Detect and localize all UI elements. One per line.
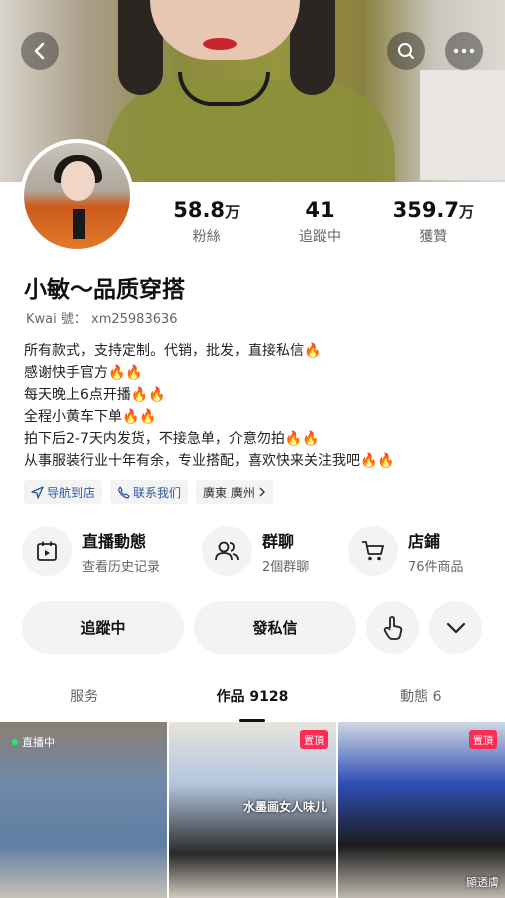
kwai-id[interactable]: Kwai 號： xm25983636 [26,308,178,327]
profile-bio: 所有款式，支持定制。代销，批发，直接私信🔥 感谢快手官方🔥🔥 每天晚上6点开播🔥… [24,340,395,472]
content-tabs: 服务 作品 9128 動態 6 [0,686,505,722]
stat-unit: 万 [225,203,241,221]
pinned-badge: 置頂 [469,730,497,749]
stat-value: 41 [305,198,335,222]
bio-line: 从事服装行业十年有余，专业搭配，喜欢快来关注我吧🔥🔥 [24,453,395,469]
following-button[interactable]: 追蹤中 [22,601,184,654]
live-badge: 直播中 [12,734,55,750]
tab-moments[interactable]: 動態 6 [337,686,505,722]
likes-stat[interactable]: 359.7万 獲贊 [377,198,490,246]
stat-value: 359.7 [392,198,460,222]
navigation-icon [31,485,44,499]
cart-icon [348,526,398,576]
navigate-to-store-tag[interactable]: 导航到店 [24,480,103,504]
stat-value: 58.8 [173,198,226,222]
feature-row: 直播動態 查看历史记录 群聊 2個群聊 店鋪 76件商品 [22,526,492,576]
hand-pointer-icon [383,615,402,640]
bio-line: 全程小黄车下单🔥🔥 [24,409,157,425]
group-icon [202,526,252,576]
feature-subtitle: 查看历史记录 [82,559,161,575]
feature-title: 直播動態 [82,531,147,551]
avatar[interactable] [20,139,134,253]
pinned-badge: 置頂 [300,730,328,749]
tag-label: 廣東 廣州 [203,485,255,500]
video-caption: 顯透膚 [466,876,499,889]
tab-services[interactable]: 服务 [0,686,168,722]
tag-label: 联系我们 [133,485,182,500]
feature-subtitle: 2個群聊 [262,559,310,575]
live-feed-feature[interactable]: 直播動態 查看历史记录 [22,526,202,576]
video-caption: 水墨画女人味儿 [243,800,328,814]
chevron-down-icon [446,622,465,633]
video-thumbnail[interactable]: 置頂 顯透膚 [338,722,505,898]
feature-title: 店鋪 [408,531,441,551]
action-row: 追蹤中 發私信 [22,601,482,654]
profile-tags: 导航到店 联系我们 廣東 廣州 [24,480,273,504]
tag-label: 导航到店 [47,485,96,500]
back-arrow-icon [34,42,45,60]
bio-line: 每天晚上6点开播🔥🔥 [24,387,166,403]
feature-subtitle: 76件商品 [408,559,464,575]
live-label: 直播中 [22,736,55,749]
video-thumbnail[interactable]: 直播中 [0,722,167,898]
video-thumbnail[interactable]: 置頂 水墨画女人味儿 [169,722,336,898]
chevron-right-icon [259,487,265,497]
send-message-button[interactable]: 發私信 [194,601,356,654]
stat-label: 粉絲 [192,229,221,245]
bio-line: 感谢快手官方🔥🔥 [24,365,143,381]
gesture-button[interactable] [366,601,419,654]
tab-works[interactable]: 作品 9128 [168,686,336,722]
profile-name: 小敏～品质穿搭 [24,277,185,303]
expand-button[interactable] [429,601,482,654]
more-icon [453,48,475,54]
video-grid: 直播中 置頂 水墨画女人味儿 置頂 顯透膚 [0,722,505,898]
location-tag[interactable]: 廣東 廣州 [196,480,273,504]
store-feature[interactable]: 店鋪 76件商品 [348,526,488,576]
calendar-icon [22,526,72,576]
phone-icon [117,485,130,499]
back-button[interactable] [21,32,59,70]
search-icon [398,43,414,59]
contact-us-tag[interactable]: 联系我们 [110,480,189,504]
profile-stats: 58.8万 粉絲 41 追蹤中 359.7万 獲贊 [150,198,490,246]
group-chat-feature[interactable]: 群聊 2個群聊 [202,526,348,576]
feature-title: 群聊 [262,531,295,551]
bio-line: 所有款式，支持定制。代销，批发，直接私信🔥 [24,343,322,359]
search-button[interactable] [387,32,425,70]
bio-line: 拍下后2-7天内发货，不接急单，介意勿拍🔥🔥 [24,431,320,447]
more-options-button[interactable] [445,32,483,70]
stat-label: 追蹤中 [298,229,341,245]
stat-unit: 万 [459,203,475,221]
following-stat[interactable]: 41 追蹤中 [263,198,376,246]
live-dot-icon [12,739,18,745]
followers-stat[interactable]: 58.8万 粉絲 [150,198,263,246]
stat-label: 獲贊 [419,229,448,245]
